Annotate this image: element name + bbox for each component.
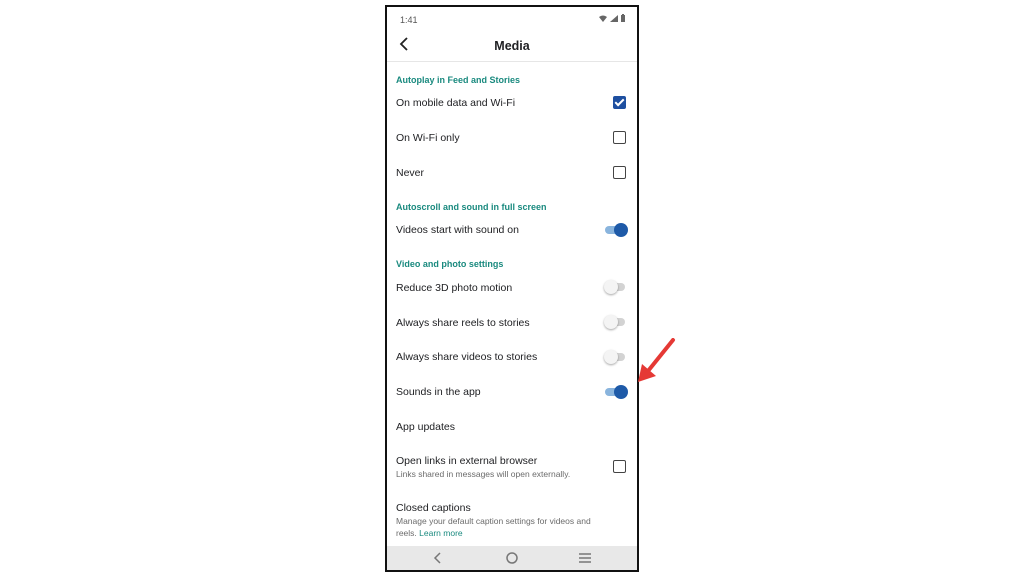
signal-icon (609, 15, 618, 22)
app-updates-item[interactable]: App updates (396, 421, 455, 433)
section-autoplay: Autoplay in Feed and Stories (396, 75, 521, 85)
app-bar: Media (387, 29, 637, 62)
closed-captions-description-line2: reels. Learn more (396, 527, 591, 539)
system-nav-bar (387, 546, 637, 570)
battery-icon (621, 14, 625, 22)
setting-label: Sounds in the app (396, 386, 481, 398)
closed-captions-item[interactable]: Closed captions (396, 502, 471, 514)
share-reels-toggle[interactable] (604, 315, 627, 329)
nav-home-icon (506, 552, 518, 564)
setting-label: Videos start with sound on (396, 224, 519, 236)
annotation-arrow-icon (638, 338, 675, 382)
setting-label: Reduce 3D photo motion (396, 282, 513, 294)
external-browser-label: Open links in external browser (396, 455, 538, 467)
status-bar: 1:41 (387, 7, 637, 29)
external-browser-checkbox[interactable] (613, 460, 626, 473)
status-time: 1:41 (400, 15, 418, 25)
status-icons (598, 14, 625, 24)
nav-home-button[interactable] (505, 551, 519, 568)
autoplay-mobile-wifi-checkbox[interactable] (613, 96, 626, 109)
setting-label: Always share videos to stories (396, 351, 538, 363)
sound-on-toggle[interactable] (605, 223, 628, 237)
share-videos-toggle[interactable] (604, 350, 627, 364)
autoplay-never-checkbox[interactable] (613, 166, 626, 179)
wifi-icon (598, 15, 607, 22)
autoplay-option-label[interactable]: On mobile data and Wi-Fi (396, 97, 515, 109)
nav-back-button[interactable] (433, 551, 443, 568)
section-video-photo: Video and photo settings (396, 259, 504, 269)
autoplay-option-label[interactable]: On Wi-Fi only (396, 132, 460, 144)
autoplay-wifi-only-checkbox[interactable] (613, 131, 626, 144)
closed-captions-description-line2-text: reels. (396, 528, 417, 538)
external-browser-description: Links shared in messages will open exter… (396, 469, 571, 479)
closed-captions-description-line1: Manage your default caption settings for… (396, 516, 591, 526)
reduce-3d-motion-toggle[interactable] (604, 280, 627, 294)
nav-menu-icon (579, 553, 591, 563)
section-autoscroll: Autoscroll and sound in full screen (396, 202, 547, 212)
sounds-in-app-toggle[interactable] (605, 385, 628, 399)
page-title: Media (494, 39, 530, 53)
phone-frame: 1:41 Media Autoplay in Feed and Stories … (385, 5, 639, 572)
nav-back-icon (433, 552, 441, 564)
setting-label: Always share reels to stories (396, 317, 530, 329)
learn-more-link[interactable]: Learn more (419, 528, 462, 538)
closed-captions-description: Manage your default caption settings for… (396, 515, 591, 539)
nav-menu-button[interactable] (578, 551, 592, 568)
autoplay-option-label[interactable]: Never (396, 167, 424, 179)
